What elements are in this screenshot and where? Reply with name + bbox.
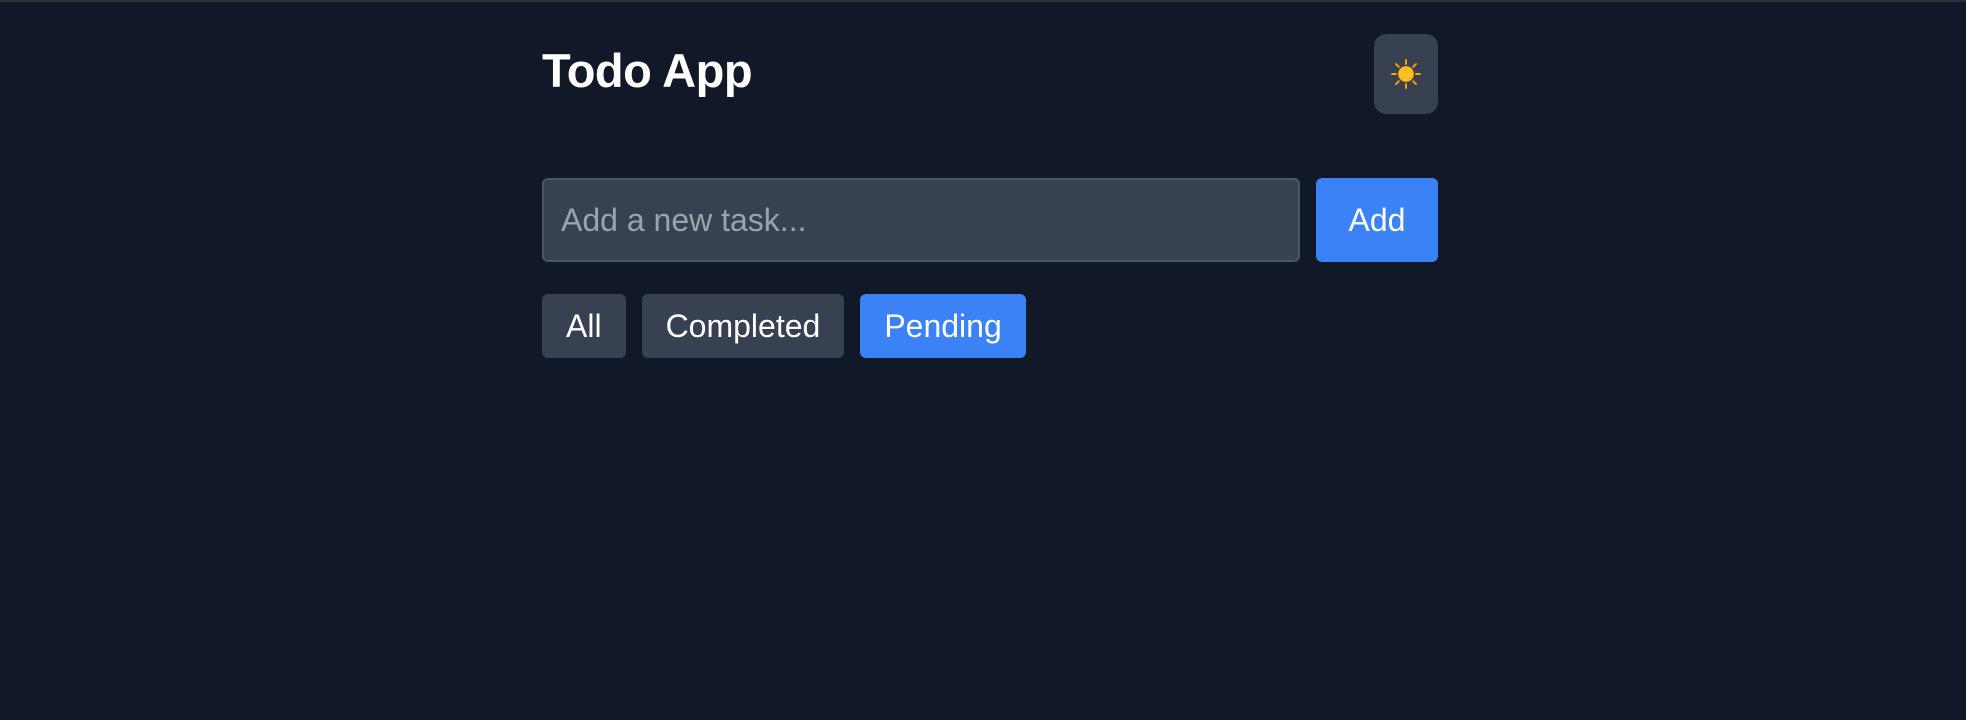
todo-app: Todo App Add All Completed	[542, 0, 1438, 720]
sun-icon	[1391, 59, 1421, 89]
filter-bar: All Completed Pending	[542, 294, 1026, 358]
filter-pending-button[interactable]: Pending	[860, 294, 1026, 358]
new-task-input[interactable]	[542, 178, 1300, 262]
add-task-form: Add	[542, 178, 1438, 262]
filter-all-button[interactable]: All	[542, 294, 626, 358]
page-title: Todo App	[542, 44, 753, 97]
theme-toggle-button[interactable]	[1374, 34, 1438, 114]
filter-completed-button[interactable]: Completed	[641, 294, 845, 358]
app-header: Todo App	[542, 34, 1438, 114]
add-task-button[interactable]: Add	[1316, 178, 1438, 262]
